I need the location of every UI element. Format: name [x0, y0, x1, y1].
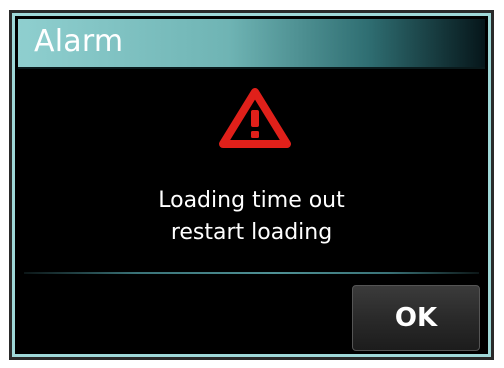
- warning-triangle-icon: [219, 88, 291, 148]
- divider: [24, 272, 479, 274]
- title-bar: Alarm: [18, 19, 485, 69]
- alarm-message: Loading time out restart loading: [18, 185, 485, 249]
- message-line-1: Loading time out: [158, 188, 345, 213]
- ok-button[interactable]: OK: [352, 285, 480, 351]
- alarm-dialog: Alarm Loading time out restart loading O…: [9, 10, 494, 360]
- dialog-title: Alarm: [34, 24, 124, 59]
- message-line-2: restart loading: [170, 220, 333, 245]
